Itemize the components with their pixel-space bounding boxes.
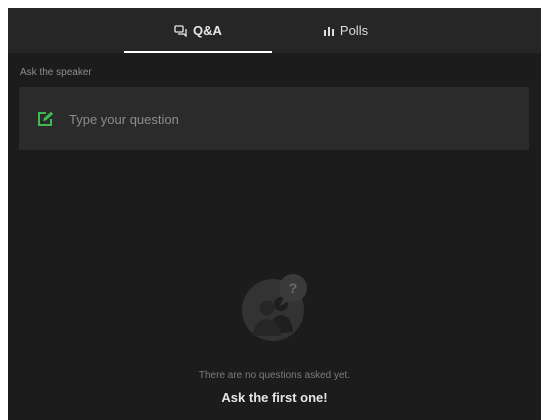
people-question-icon: ? (240, 270, 310, 342)
empty-state-cta: Ask the first one! (221, 390, 328, 405)
tab-polls[interactable]: Polls (272, 8, 420, 53)
chat-bubbles-icon (174, 24, 187, 37)
active-tab-indicator (124, 51, 272, 53)
question-input[interactable] (69, 107, 509, 131)
svg-text:?: ? (289, 280, 298, 296)
question-box[interactable] (19, 87, 529, 150)
empty-state-message: There are no questions asked yet. (198, 370, 351, 381)
tab-qa-label: Q&A (193, 23, 222, 38)
tab-bar: Q&A Polls (8, 8, 541, 53)
ask-speaker-caption: Ask the speaker (20, 67, 92, 78)
compose-icon (37, 111, 55, 127)
qa-panel: Q&A Polls Ask the speaker Type your ques… (8, 8, 541, 420)
tab-polls-label: Polls (339, 23, 369, 38)
bar-chart-icon (323, 26, 334, 36)
tab-qa[interactable]: Q&A (124, 8, 272, 53)
